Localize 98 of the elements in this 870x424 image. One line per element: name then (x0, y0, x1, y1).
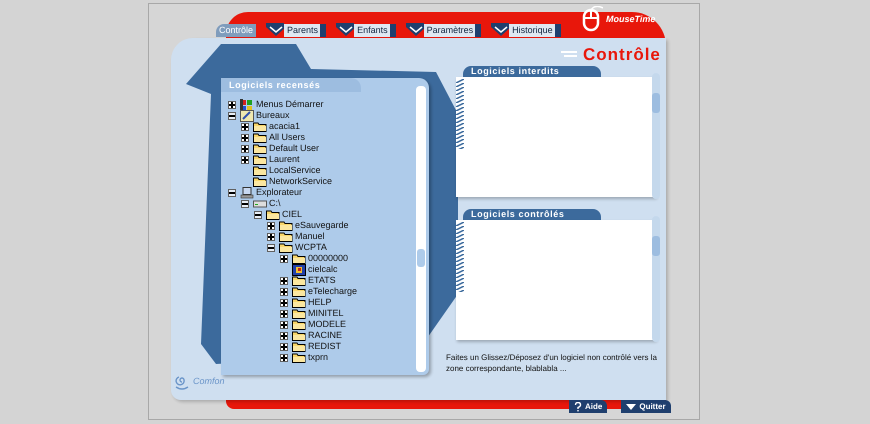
collapse-toggle[interactable] (228, 188, 236, 196)
expand-toggle[interactable] (280, 342, 288, 350)
expand-toggle[interactable] (228, 100, 236, 108)
tree-item[interactable]: C:\ (269, 198, 281, 209)
tree-item[interactable]: WCPTA (295, 242, 327, 253)
panel-title: Logiciels recensés (221, 78, 361, 92)
expand-toggle[interactable] (241, 122, 249, 130)
expand-toggle[interactable] (280, 332, 288, 340)
expand-toggle[interactable] (280, 288, 288, 296)
tree-item[interactable]: HELP (308, 297, 332, 308)
folder-icon (292, 352, 306, 363)
chevron-icon (266, 23, 284, 37)
question-icon (574, 402, 582, 412)
folder-icon (292, 319, 306, 330)
expand-toggle[interactable] (280, 320, 288, 328)
mouse-icon (581, 6, 603, 34)
tab[interactable]: Parents (284, 24, 326, 37)
collapse-toggle[interactable] (267, 244, 275, 252)
spiral-icon (174, 374, 190, 390)
tab[interactable]: Paramètres (424, 24, 482, 37)
expand-toggle[interactable] (267, 232, 275, 240)
hint-text: Faites un Glissez/Déposez d'un logiciel non contrôlé vers la zone correspondante, blablabla ... (446, 352, 658, 374)
expand-toggle[interactable] (280, 310, 288, 318)
tree-item[interactable]: Explorateur (256, 187, 302, 198)
folder-icon (292, 253, 306, 264)
scrollbar-thumb[interactable] (652, 93, 660, 113)
folder-icon (266, 209, 280, 220)
tree-item[interactable]: RACINE (308, 330, 342, 341)
tree-item[interactable]: REDIST (308, 341, 342, 352)
tab[interactable]: Historique (509, 24, 561, 37)
footer-logo: Comfon (193, 375, 225, 388)
computer-icon (240, 186, 254, 198)
panel-title: Logiciels interdits (463, 66, 601, 77)
expand-toggle[interactable] (280, 254, 288, 262)
scrollbar[interactable] (416, 86, 426, 372)
expand-toggle[interactable] (241, 144, 249, 152)
tree-item[interactable]: Menus Démarrer (256, 99, 324, 110)
scrollbar-thumb[interactable] (652, 236, 660, 256)
expand-toggle[interactable] (280, 354, 288, 362)
expand-toggle[interactable] (241, 156, 249, 164)
folder-icon (279, 242, 293, 253)
page-title: Contrôle (583, 44, 661, 66)
hatch-marks (456, 222, 464, 292)
expand-toggle[interactable] (241, 134, 249, 142)
folder-icon (292, 308, 306, 319)
collapse-toggle[interactable] (228, 112, 236, 120)
folder-icon (279, 220, 293, 231)
collapse-toggle[interactable] (241, 200, 249, 208)
tree-item[interactable]: Laurent (269, 154, 300, 165)
folder-icon (292, 297, 306, 308)
folder-icon (292, 275, 306, 286)
tree-item[interactable]: txprn (308, 352, 328, 363)
tab[interactable]: Enfants (354, 24, 396, 37)
tree-item[interactable]: CIEL (282, 209, 302, 220)
desktop-icon (240, 110, 254, 122)
drive-icon (253, 198, 267, 210)
folder-icon (292, 341, 306, 352)
scrollbar[interactable] (652, 73, 660, 199)
tree-item[interactable]: Bureaux (256, 110, 290, 121)
tree-item[interactable]: eTelecharge (308, 286, 358, 297)
tree-item[interactable]: All Users (269, 132, 306, 143)
app-icon (292, 264, 306, 276)
tree-item[interactable]: MODELE (308, 319, 346, 330)
tree-item[interactable]: MINITEL (308, 308, 344, 319)
folder-icon (253, 165, 267, 176)
folder-icon (292, 330, 306, 341)
panel-title: Logiciels contrôlés (463, 209, 601, 220)
lines-icon (561, 50, 577, 60)
tree-item[interactable]: Manuel (295, 231, 325, 242)
folder-icon (253, 121, 267, 132)
footer-button[interactable]: Quitter (621, 400, 671, 413)
tree-item[interactable]: Default User (269, 143, 320, 154)
folder-icon (279, 231, 293, 242)
chevron-icon (336, 23, 354, 37)
scrollbar[interactable] (652, 216, 660, 342)
hatch-marks (456, 79, 464, 149)
expand-toggle[interactable] (280, 276, 288, 284)
footer-button[interactable]: Aide (569, 400, 608, 413)
folder-icon (253, 176, 267, 187)
tree-item[interactable]: eSauvegarde (295, 220, 349, 231)
expand-toggle[interactable] (280, 298, 288, 306)
chevron-icon (406, 23, 424, 37)
tree-item[interactable]: ETATS (308, 275, 336, 286)
expand-toggle[interactable] (267, 222, 275, 230)
folder-icon (253, 143, 267, 154)
chevron-icon (491, 23, 510, 37)
folder-icon (292, 286, 306, 297)
tree-item[interactable]: NetworkService (269, 176, 332, 187)
start-menu-icon (240, 99, 254, 110)
tree-item[interactable]: acacia1 (269, 121, 300, 132)
chevron-icon (626, 402, 636, 410)
tree-item[interactable]: 00000000 (308, 253, 348, 264)
tree-item[interactable]: LocalService (269, 165, 321, 176)
folder-icon (253, 154, 267, 165)
tree-item[interactable]: cielcalc (308, 264, 338, 275)
folder-icon (253, 132, 267, 143)
collapse-toggle[interactable] (254, 210, 262, 218)
scrollbar-thumb[interactable] (417, 249, 425, 267)
